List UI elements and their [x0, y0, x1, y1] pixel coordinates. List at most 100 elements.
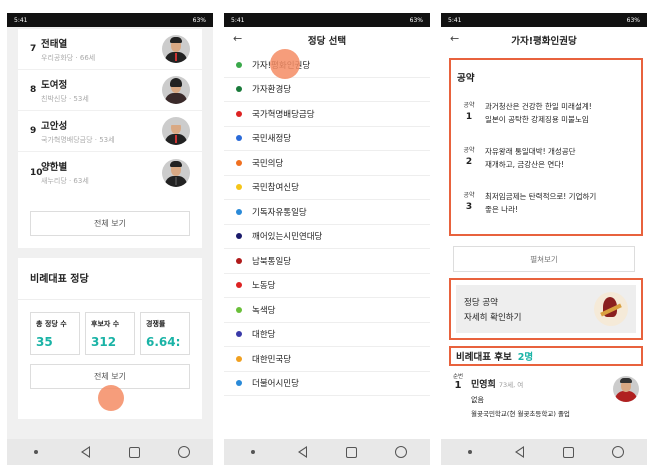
status-battery: 63%: [192, 16, 206, 24]
party-item[interactable]: 녹색당: [224, 298, 430, 323]
pr-candidates-count: 2명: [517, 352, 534, 363]
candidate-meta: 우리공화당 · 66세: [41, 53, 96, 62]
candidate-name: 민영희: [471, 380, 496, 390]
party-color-dot-icon: [236, 257, 242, 264]
nav-back-icon[interactable]: [75, 442, 95, 462]
back-arrow-icon[interactable]: ←: [450, 32, 459, 45]
back-arrow-icon[interactable]: ←: [233, 32, 242, 45]
nav-recent-icon[interactable]: [391, 442, 411, 462]
nav-home-icon[interactable]: [559, 442, 579, 462]
status-time: 5:41: [14, 16, 28, 24]
nav-menu-icon[interactable]: [243, 442, 263, 462]
party-color-dot-icon: [236, 159, 242, 166]
candidate-number: 9: [30, 126, 37, 136]
party-list: 가자!평화인권당가자환경당국가혁명배당금당국민새정당국민의당국민참여신당기독자유…: [224, 53, 430, 396]
party-color-dot-icon: [236, 331, 242, 338]
pledge-section: 공약 공약 1 과거청산은 건강한 한일 미래설계! 일본이 공탁한 강제징용 미불…: [449, 58, 643, 236]
status-bar: 5:41 63%: [224, 13, 430, 27]
party-color-dot-icon: [236, 233, 242, 240]
party-item[interactable]: 국가혁명배당금당: [224, 102, 430, 127]
pr-candidates-header: 비례대표 후보 2명: [449, 346, 643, 366]
candidate-photo: [162, 158, 190, 187]
party-item[interactable]: 국민새정당: [224, 127, 430, 151]
status-time: 5:41: [448, 16, 462, 24]
party-color-dot-icon: [236, 380, 242, 387]
candidate-career: 없음: [471, 396, 484, 404]
candidate-meta: 친박신당 · 53세: [41, 94, 89, 103]
status-bar: 5:41 63%: [7, 13, 213, 27]
party-item[interactable]: 대한당: [224, 323, 430, 347]
party-item[interactable]: 가자환경당: [224, 78, 430, 102]
candidate-photo: [162, 117, 190, 145]
touch-indicator: [270, 49, 300, 79]
party-color-dot-icon: [236, 86, 242, 93]
candidate-age: 73세, 여: [498, 381, 524, 389]
candidate-row[interactable]: 10 양한별 새누리당 · 63세: [18, 152, 202, 193]
party-name: 대한민국당: [252, 354, 292, 365]
candidate-row[interactable]: 9 고안성국가혁명배당금당 · 53세: [18, 111, 202, 152]
pr-candidate-row[interactable]: 순번 1 민영희 73세, 여 없음 월곶국민학교(현 월곶초등학교) 졸업: [441, 366, 647, 418]
stat-total-parties: 총 정당 수 35: [30, 312, 80, 355]
page-title: 가자!평화인권당: [511, 36, 577, 47]
party-color-dot-icon: [236, 184, 242, 191]
expand-button[interactable]: 펼쳐보기: [453, 246, 635, 272]
screen-party-detail: 5:41 63% ← 가자!평화인권당 공약 공약 1 과거청산은 건강한 한일 …: [441, 13, 647, 465]
party-item[interactable]: 더불어시민당: [224, 372, 430, 396]
candidate-name: 양한별: [41, 162, 68, 173]
party-item[interactable]: 가자!평화인권당: [224, 53, 430, 78]
party-item[interactable]: 남북통일당: [224, 249, 430, 274]
candidate-education: 월곶국민학교(현 월곶초등학교) 졸업: [471, 410, 570, 418]
candidate-number: 8: [30, 85, 37, 95]
nav-home-icon[interactable]: [342, 442, 362, 462]
view-all-button[interactable]: 전체 보기: [30, 211, 190, 236]
pledge-title: 공약: [457, 73, 475, 84]
stat-row: 총 정당 수 35 후보자 수 312 경쟁률 6.64:: [18, 312, 202, 355]
party-item[interactable]: 기독자유통일당: [224, 200, 430, 225]
candidate-row[interactable]: 8 도여정친박신당 · 53세: [18, 70, 202, 111]
party-name: 국가혁명배당금당: [252, 109, 315, 120]
party-color-dot-icon: [236, 61, 242, 68]
nav-menu-icon[interactable]: [26, 442, 46, 462]
nav-back-icon[interactable]: [292, 442, 312, 462]
party-color-dot-icon: [236, 282, 242, 289]
candidate-name: 고안성: [41, 120, 68, 132]
candidate-row[interactable]: 7 전태열 우리공화당 · 66세: [18, 29, 202, 70]
pr-candidates-title: 비례대표 후보: [456, 352, 512, 363]
pledge-item: 공약 3 최저임금제는 탄력적으로! 기업하기 좋은 나라!: [463, 192, 597, 214]
party-name: 기독자유통일당: [252, 207, 307, 218]
nav-recent-icon[interactable]: [174, 442, 194, 462]
nav-recent-icon[interactable]: [608, 442, 628, 462]
pr-party-title: 비례대표 정당: [18, 270, 202, 300]
page-header: ← 가자!평화인권당: [441, 27, 647, 53]
party-name: 국민새정당: [252, 134, 292, 145]
candidate-meta: 국가혁명배당금당 · 53세: [41, 135, 115, 144]
android-nav-bar: [7, 439, 213, 465]
screen-party-select: 5:41 63% ← 정당 선택 가자!평화인권당가자환경당국가혁명배당금당국민…: [224, 13, 430, 465]
banner-section: 정당 공약 자세히 확인하기: [449, 278, 643, 340]
party-item[interactable]: 국민참여신당: [224, 176, 430, 200]
candidate-card: 7 전태열 우리공화당 · 66세 8 도여정친박신당 · 53세 9 고안성국가…: [18, 29, 202, 248]
android-nav-bar: [441, 439, 647, 465]
pledge-detail-banner[interactable]: 정당 공약 자세히 확인하기: [456, 285, 636, 333]
party-item[interactable]: 대한민국당: [224, 347, 430, 372]
party-item[interactable]: 노동당: [224, 274, 430, 298]
party-item[interactable]: 깨어있는시민연대당: [224, 225, 430, 249]
page-title: 정당 선택: [307, 36, 347, 47]
page-header: ← 정당 선택: [224, 27, 430, 53]
party-name: 녹색당: [252, 305, 276, 316]
candidate-photo: [613, 376, 639, 402]
banner-line-2: 자세히 확인하기: [464, 312, 522, 323]
status-bar: 5:41 63%: [441, 13, 647, 27]
candidate-number: 7: [30, 44, 37, 54]
nav-back-icon[interactable]: [509, 442, 529, 462]
nav-home-icon[interactable]: [125, 442, 145, 462]
touch-indicator: [98, 385, 124, 411]
party-item[interactable]: 국민의당: [224, 151, 430, 176]
candidate-name: 도여정: [41, 79, 68, 91]
status-time: 5:41: [231, 16, 245, 24]
screen-candidate-list: 5:41 63% 7 전태열 우리공화당 · 66세 8 도여정친박신당 · 53…: [7, 13, 213, 465]
party-color-dot-icon: [236, 355, 242, 362]
candidate-number: 10: [30, 167, 43, 178]
order-label: 순번: [452, 374, 464, 380]
nav-menu-icon[interactable]: [460, 442, 480, 462]
